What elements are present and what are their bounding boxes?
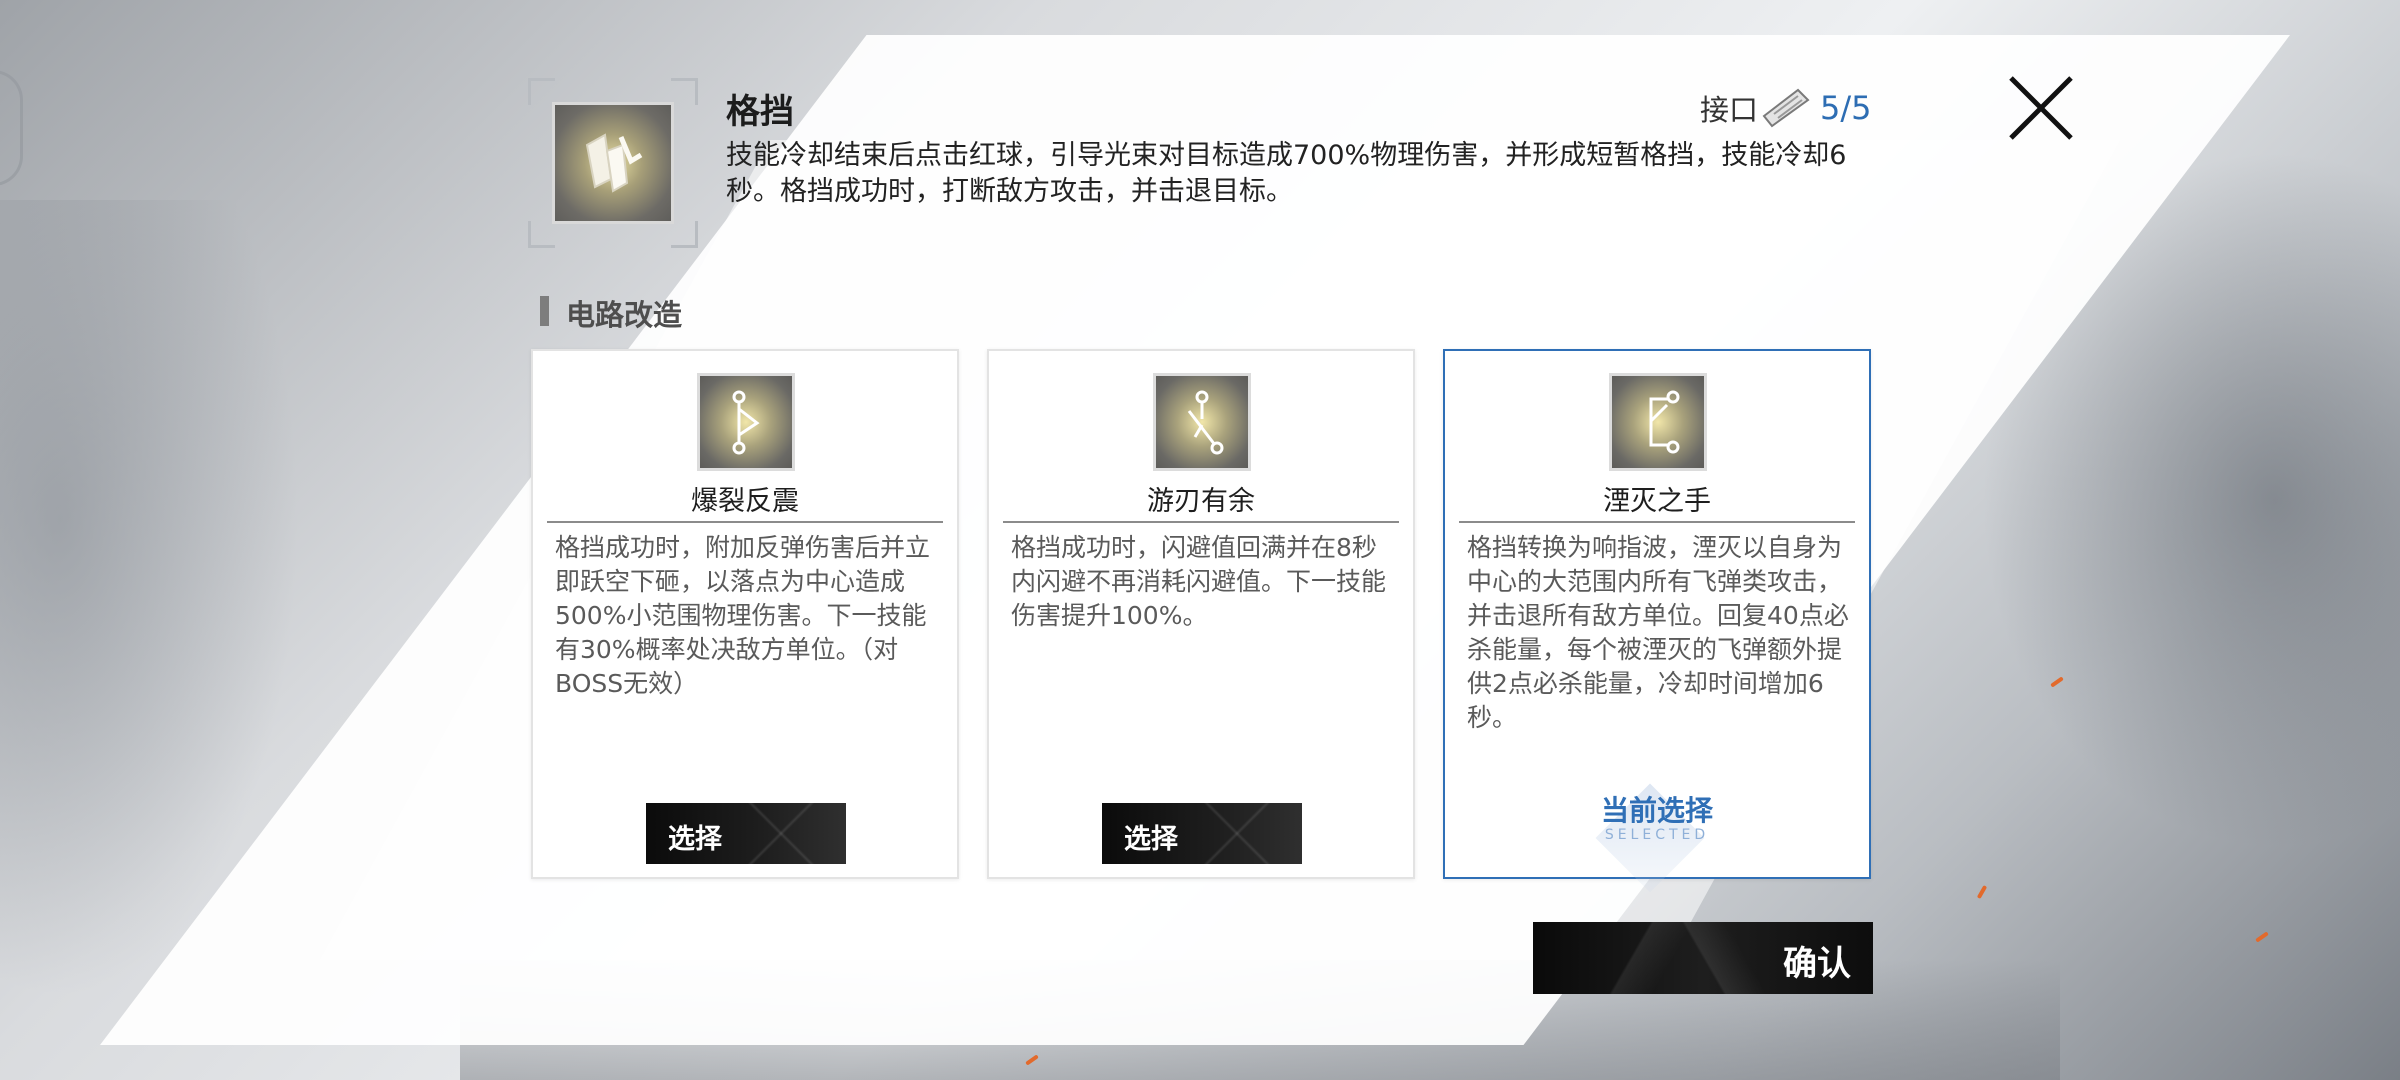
chip-icon — [1762, 86, 1812, 130]
close-button[interactable] — [2005, 72, 2077, 144]
interface-label: 接口 — [1700, 93, 1759, 127]
selected-sublabel: SELECTED — [1604, 827, 1710, 843]
background-spark — [1976, 884, 1988, 900]
card-description: 格挡成功时，闪避值回满并在8秒内闪避不再消耗闪避值。下一技能伤害提升100%。 — [1011, 533, 1387, 630]
skill-icon-frame — [528, 78, 698, 248]
confirm-button[interactable]: 确认 — [1533, 922, 1873, 994]
circuit-branch-icon — [697, 373, 795, 471]
card-divider — [1459, 521, 1855, 523]
select-button-label: 选择 — [1124, 824, 1178, 855]
section-marker — [540, 296, 549, 326]
selected-label: 当前选择 — [1600, 794, 1713, 827]
card-title: 湮灭之手 — [1603, 486, 1711, 517]
skill-title: 格挡 — [726, 92, 794, 132]
interface-counter: 接口 5/5 — [1700, 86, 1872, 130]
card-divider — [1003, 521, 1399, 523]
card-description: 格挡成功时，附加反弹伤害后并立即跃空下砸，以落点为中心造成500%小范围物理伤害… — [555, 533, 931, 698]
circuit-card-selected[interactable]: 湮灭之手 格挡转换为响指波，湮灭以自身为中心的大范围内所有飞弹类攻击，并击退所有… — [1443, 349, 1871, 893]
select-button-label: 选择 — [668, 824, 722, 855]
circuit-card[interactable]: 游刃有余 格挡成功时，闪避值回满并在8秒内闪避不再消耗闪避值。下一技能伤害提升1… — [987, 349, 1415, 879]
section-title: 电路改造 — [566, 298, 683, 332]
card-description: 格挡转换为响指波，湮灭以自身为中心的大范围内所有飞弹类攻击，并击退所有敌方单位。… — [1467, 533, 1849, 732]
confirm-button-label: 确认 — [1783, 944, 1851, 984]
circuit-cross-icon — [1153, 373, 1251, 471]
card-title: 游刃有余 — [1147, 486, 1255, 517]
skill-description: 技能冷却结束后点击红球，引导光束对目标造成700%物理伤害，并形成短暂格挡，技能… — [726, 140, 1847, 207]
select-button[interactable]: 选择 — [1102, 803, 1302, 864]
circuit-bracket-icon — [1609, 373, 1707, 471]
parry-crystal-icon — [552, 102, 674, 224]
interface-count: 5/5 — [1820, 89, 1872, 127]
selected-indicator: 当前选择 SELECTED — [1445, 783, 1869, 893]
circuit-card[interactable]: 爆裂反震 格挡成功时，附加反弹伤害后并立即跃空下砸，以落点为中心造成500%小范… — [531, 349, 959, 879]
card-title: 爆裂反震 — [691, 486, 799, 517]
card-divider — [547, 521, 943, 523]
background-hex-frame — [0, 70, 23, 186]
background-spark — [2255, 931, 2269, 943]
select-button[interactable]: 选择 — [646, 803, 846, 864]
close-icon — [2009, 76, 2073, 140]
